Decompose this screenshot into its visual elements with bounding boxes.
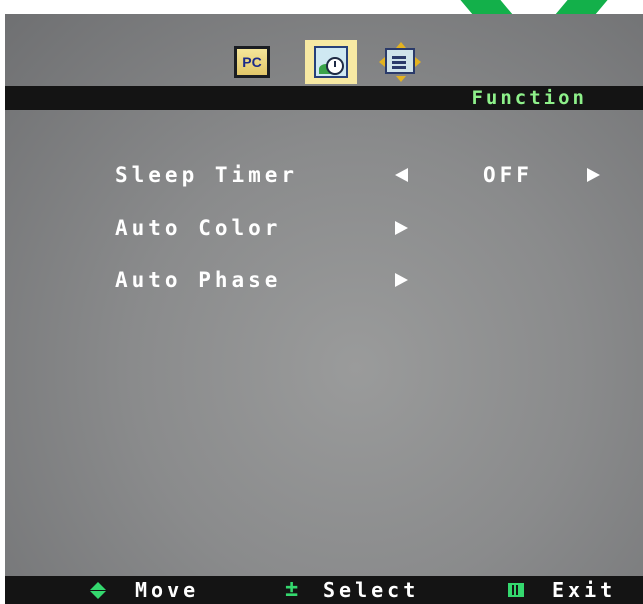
menu-tabs: PC — [5, 40, 643, 84]
increase-arrow-icon[interactable] — [587, 168, 600, 182]
enter-arrow-icon[interactable] — [395, 221, 408, 235]
hint-select: Select — [323, 578, 420, 602]
sleep-timer-value: OFF — [483, 163, 533, 187]
decrease-arrow-icon[interactable] — [395, 168, 408, 182]
title-bar: Function — [5, 86, 643, 110]
hint-exit: Exit — [552, 578, 617, 602]
clock-icon — [326, 57, 344, 75]
select-plusminus-icon: ± — [285, 577, 299, 602]
menu-item-sleep-timer[interactable]: Sleep Timer — [115, 161, 298, 189]
hint-move: Move — [135, 578, 200, 602]
enter-arrow-icon[interactable] — [395, 273, 408, 287]
osd-settings-icon[interactable] — [379, 42, 423, 82]
pc-icon-label: PC — [237, 49, 267, 75]
osd-screen: PC Function Sleep Timer OFF Auto Color A… — [5, 14, 643, 604]
page-title: Function — [471, 87, 587, 109]
menu-item-auto-color[interactable]: Auto Color — [115, 214, 281, 242]
pc-icon[interactable]: PC — [234, 46, 270, 78]
menu-button-icon — [508, 583, 524, 597]
menu-item-auto-phase[interactable]: Auto Phase — [115, 266, 281, 294]
function-clock-icon[interactable] — [305, 40, 357, 84]
hint-bar: Move ± Select Exit — [5, 576, 643, 604]
